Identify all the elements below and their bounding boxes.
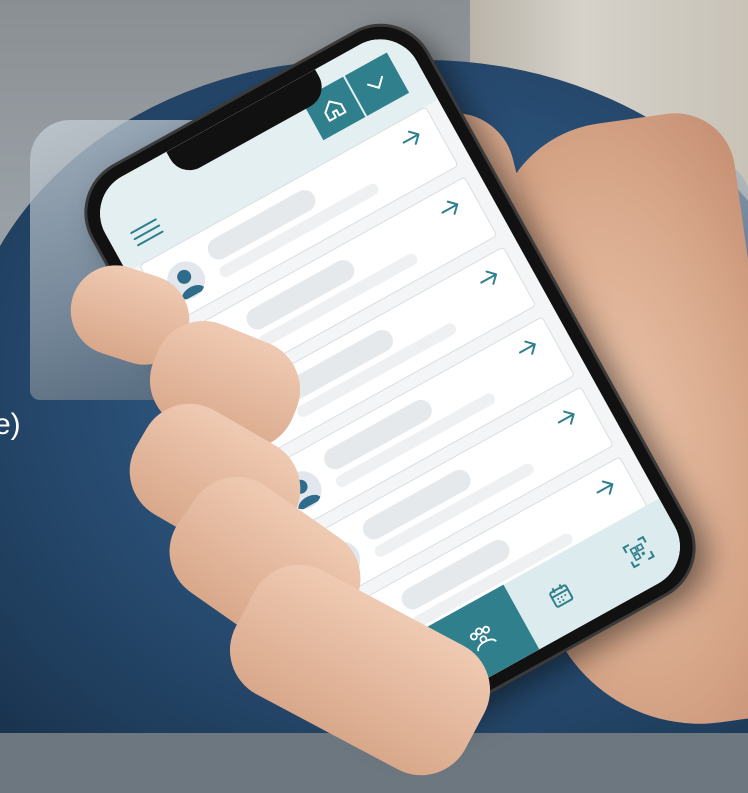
- cut-off-caption: e): [0, 408, 21, 441]
- arrow-right-icon[interactable]: [436, 194, 465, 222]
- hamburger-icon[interactable]: [128, 214, 166, 250]
- chevron-down-icon: [367, 75, 384, 89]
- qr-scan-icon: [621, 535, 655, 569]
- home-icon: [324, 100, 347, 122]
- calendar-icon: [548, 584, 573, 608]
- arrow-right-icon[interactable]: [513, 334, 542, 362]
- arrow-right-icon[interactable]: [397, 124, 426, 152]
- arrow-right-icon[interactable]: [475, 264, 504, 292]
- arrow-right-icon[interactable]: [552, 404, 581, 432]
- arrow-right-icon[interactable]: [591, 474, 620, 502]
